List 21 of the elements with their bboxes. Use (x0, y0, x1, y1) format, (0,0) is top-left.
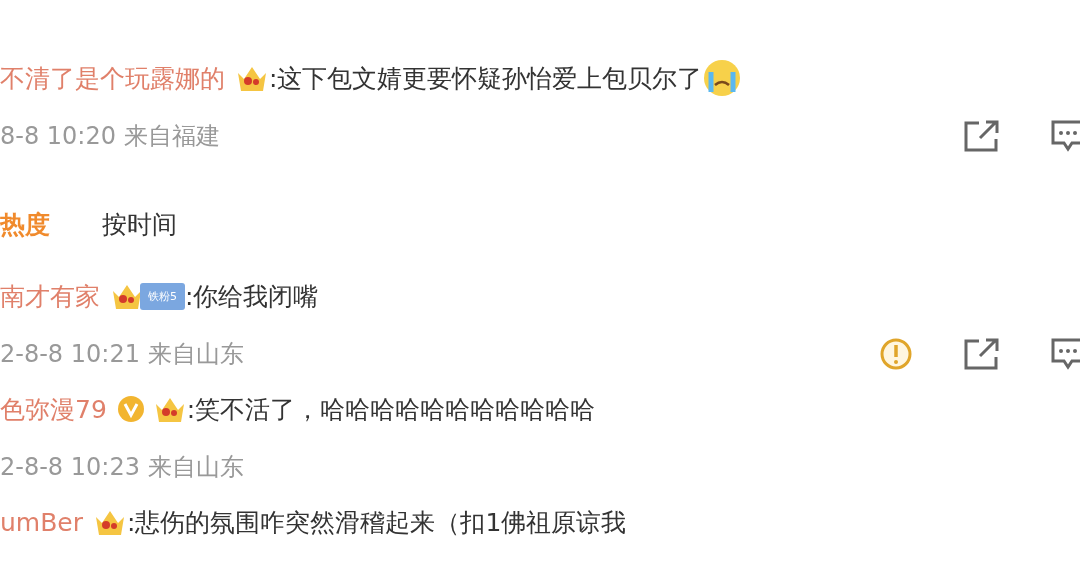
crying-emoji-icon (702, 58, 743, 98)
comment-text: :悲伤的氛围咋突然滑稽起来（扣1佛祖原谅我 (127, 506, 627, 539)
sort-tab[interactable]: 按时间 (102, 207, 177, 241)
comment-icon (1051, 119, 1080, 153)
comment-time: 2-8-8 10:23 来自山东 (0, 452, 245, 483)
username-link[interactable]: 南才有家 (0, 279, 100, 313)
alert-icon (879, 337, 913, 371)
comment-icon (1051, 337, 1080, 371)
comment-text: :这下包文婧更要怀疑孙怡爱上包贝尔了 (269, 62, 703, 95)
comment-time: 8-8 10:20 来自福建 (0, 121, 221, 152)
username-link[interactable]: 不清了是个玩露娜的 (0, 61, 225, 95)
fan-badge: 铁粉5 (140, 282, 185, 310)
verified-icon (116, 395, 145, 423)
comment-time: 2-8-8 10:21 来自山东 (0, 339, 245, 370)
comment-text: :你给我闭嘴 (185, 280, 319, 313)
username-link[interactable]: umBer (0, 507, 83, 537)
share-icon (963, 119, 1001, 153)
share-icon (963, 337, 1001, 371)
sort-tab[interactable]: 热度 (0, 207, 50, 241)
username-link[interactable]: 色弥漫79 (0, 392, 107, 426)
comment-text: :笑不活了，哈哈哈哈哈哈哈哈哈哈哈 (186, 393, 596, 426)
